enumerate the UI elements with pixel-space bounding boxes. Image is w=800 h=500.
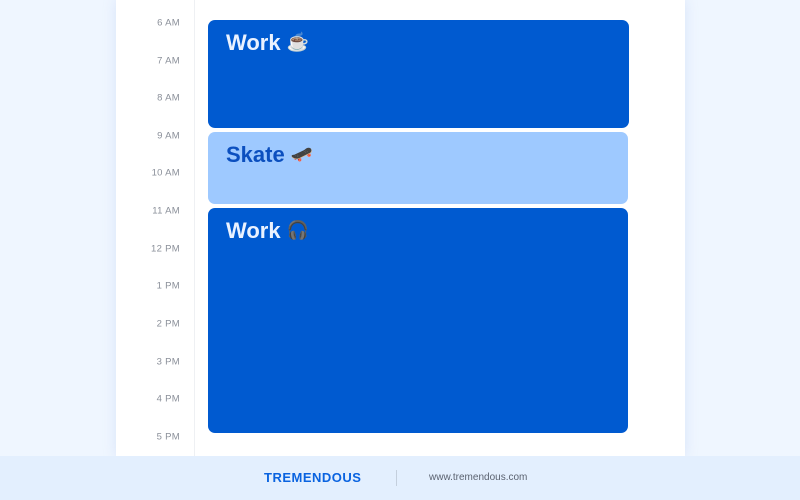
time-column: 6 AM 7 AM 8 AM 9 AM 10 AM 11 AM 12 PM 1 … — [116, 0, 195, 456]
time-label: 10 AM — [151, 167, 180, 179]
time-label: 5 PM — [156, 431, 180, 442]
time-label: 4 PM — [156, 393, 180, 405]
time-label: 1 PM — [156, 280, 180, 292]
event-work-afternoon[interactable]: Work 🎧 — [208, 208, 628, 433]
event-title: Work — [226, 218, 281, 243]
calendar-card: 6 AM 7 AM 8 AM 9 AM 10 AM 11 AM 12 PM 1 … — [116, 0, 685, 456]
time-label: 6 AM — [157, 17, 180, 29]
event-title: Skate — [226, 142, 285, 167]
event-title: Work — [226, 30, 281, 55]
coffee-icon: ☕ — [286, 32, 310, 52]
footer: TREMENDOUS www.tremendous.com — [0, 456, 800, 500]
headphones-icon: 🎧 — [286, 220, 310, 240]
skateboard-icon: 🛹 — [290, 144, 314, 164]
time-label: 8 AM — [157, 92, 180, 104]
time-label: 11 AM — [152, 205, 180, 217]
footer-divider — [396, 470, 397, 486]
event-skate[interactable]: Skate 🛹 — [208, 132, 628, 204]
event-work-morning[interactable]: Work ☕ — [208, 20, 629, 128]
time-label: 2 PM — [156, 318, 180, 330]
time-label: 12 PM — [151, 243, 180, 254]
time-label: 9 AM — [157, 130, 180, 141]
website-link[interactable]: www.tremendous.com — [429, 472, 527, 483]
time-label: 7 AM — [157, 55, 180, 66]
brand-logo[interactable]: TREMENDOUS — [264, 470, 361, 485]
time-label: 3 PM — [156, 356, 180, 367]
